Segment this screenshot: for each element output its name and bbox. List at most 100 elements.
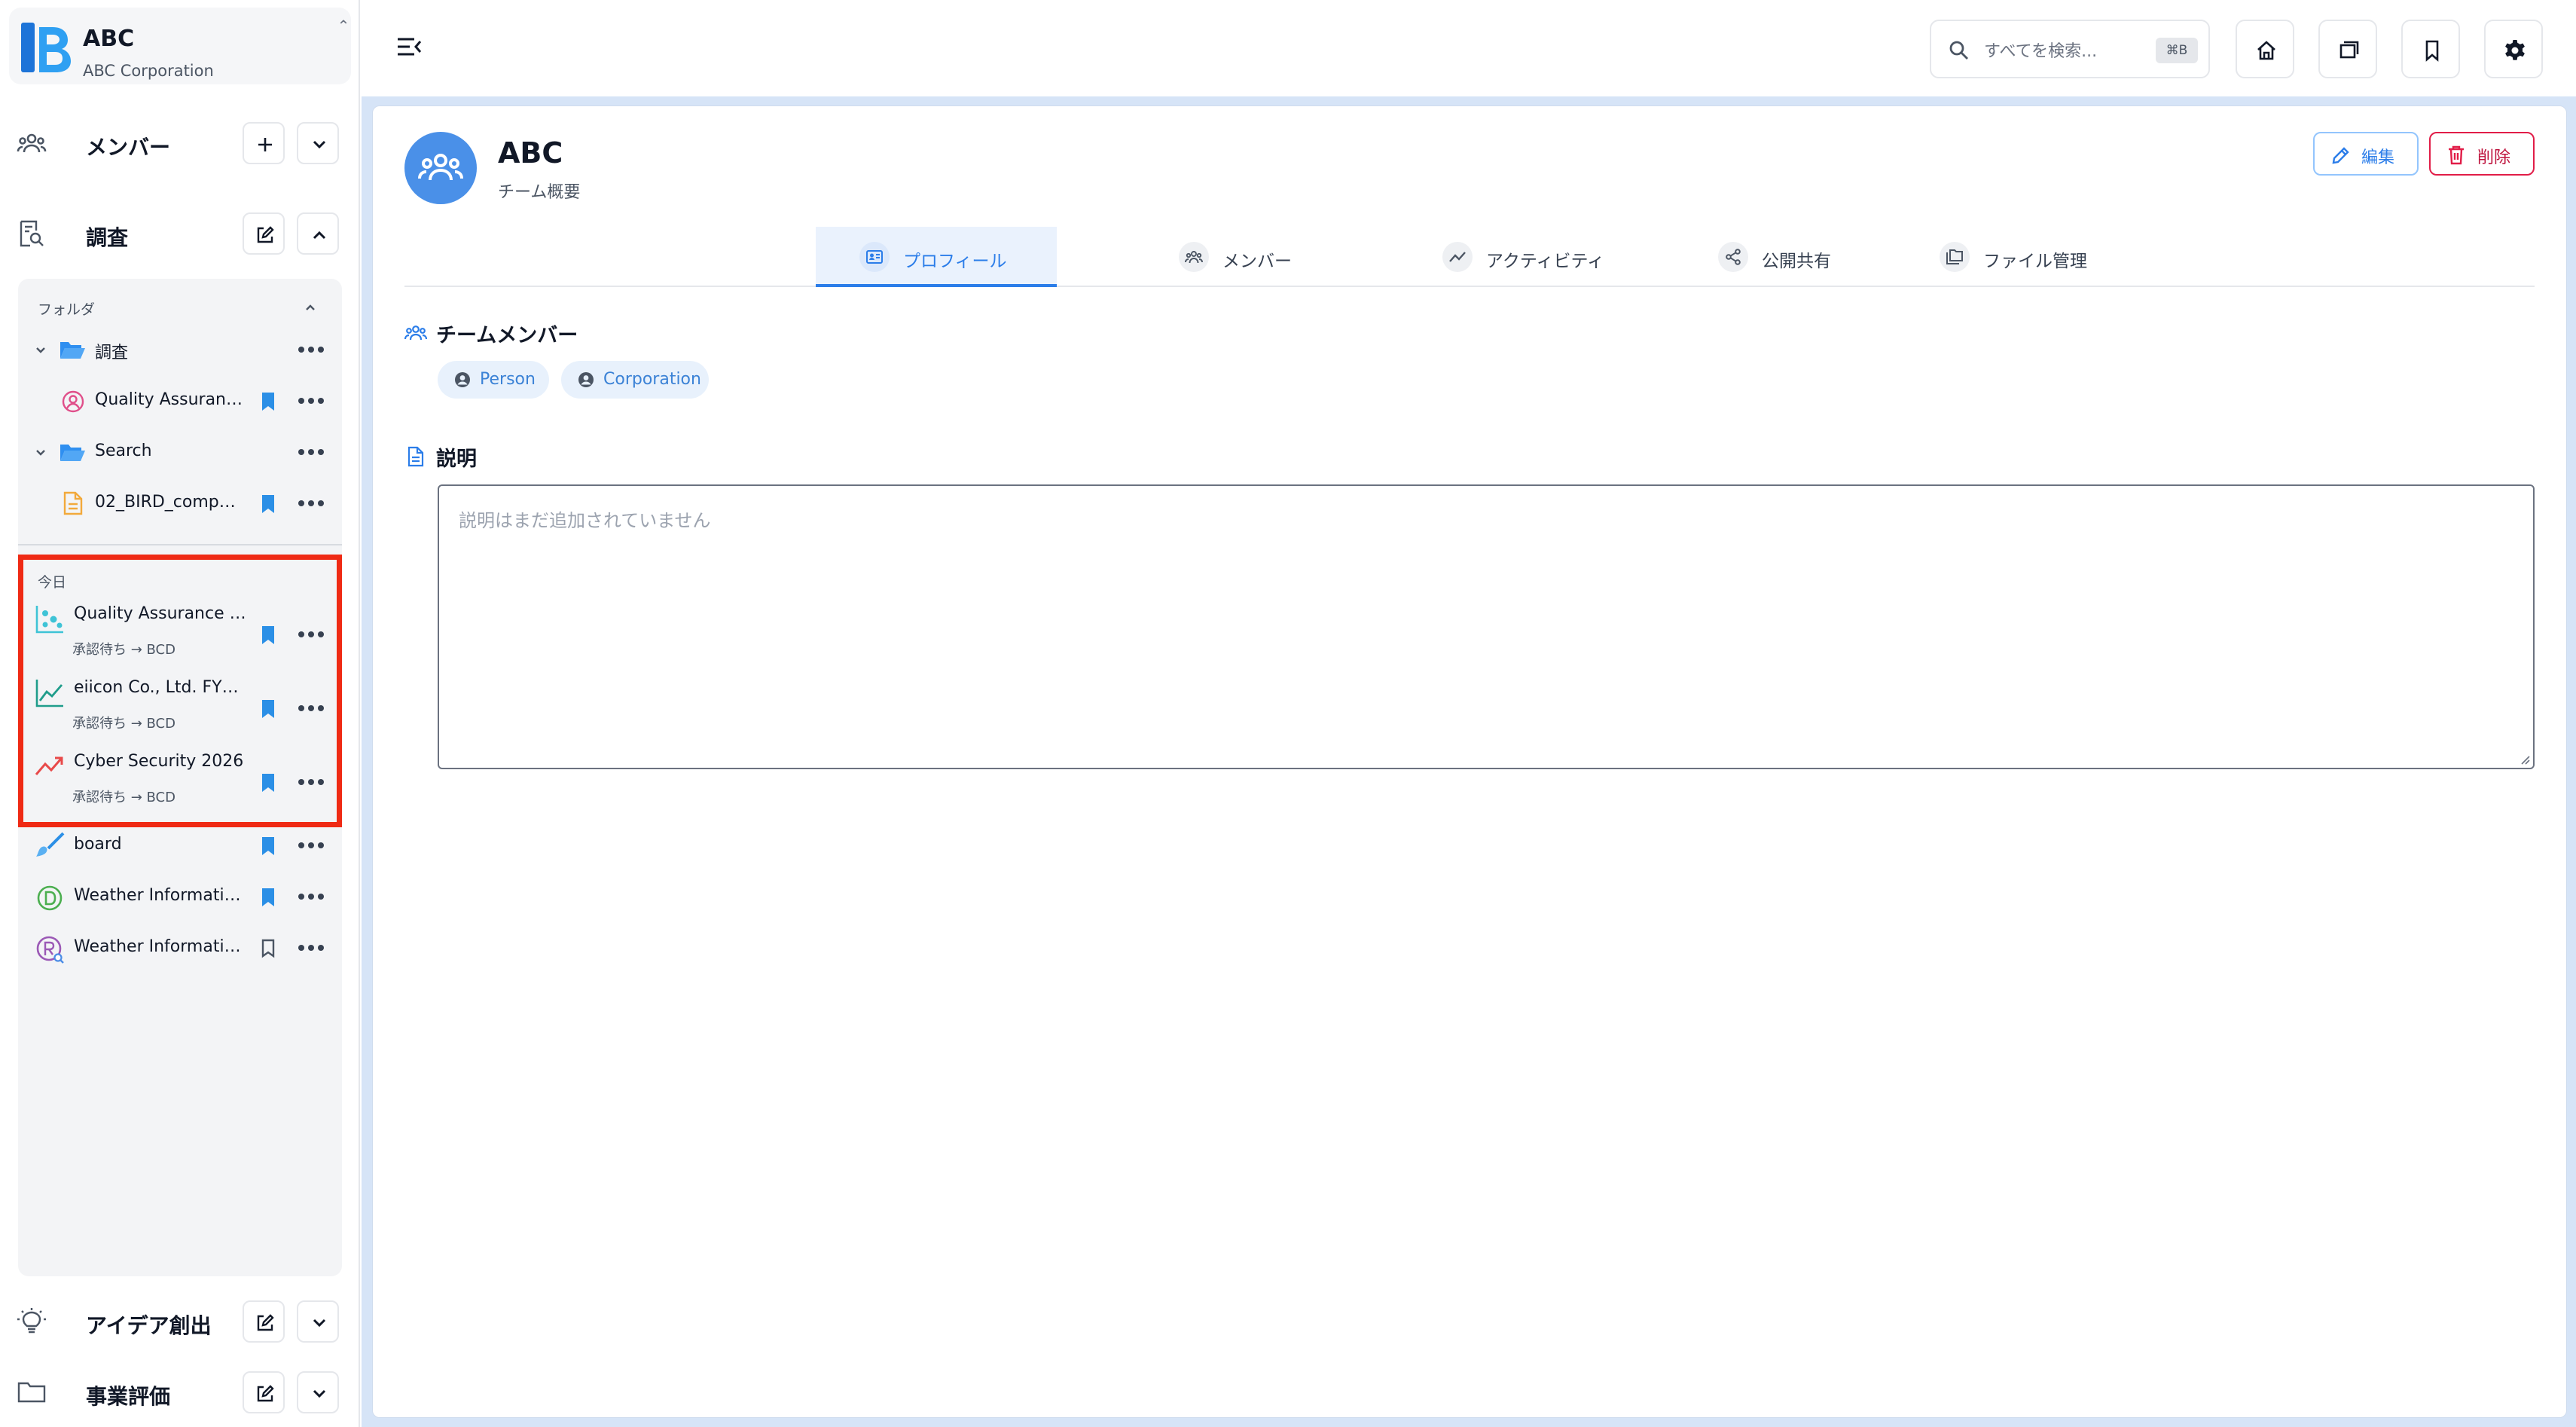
member-chip[interactable]: Person: [438, 361, 549, 399]
document-icon: [63, 491, 83, 515]
more-icon[interactable]: [298, 945, 324, 952]
sidebar-section-evaluation[interactable]: 事業評価: [0, 1361, 360, 1424]
global-search[interactable]: すべてを検索... ⌘B: [1930, 20, 2210, 78]
more-icon[interactable]: [298, 842, 324, 850]
account-circle-icon: [454, 371, 471, 388]
new-ideation-button[interactable]: [243, 1300, 285, 1343]
pencil-icon: [2332, 147, 2349, 164]
research-doc-icon: [17, 220, 47, 247]
home-button[interactable]: [2236, 20, 2294, 78]
recent-item[interactable]: Weather Informatio…: [18, 924, 342, 973]
sidebar-section-label: 事業評価: [86, 1384, 171, 1409]
documents-button[interactable]: [2318, 20, 2377, 78]
tree-item-label: Quality Assuranc…: [95, 390, 244, 409]
brand-logo-icon: [20, 20, 75, 75]
tree-item[interactable]: 02_BIRD_compa…: [18, 479, 342, 529]
sidebar-section-members[interactable]: メンバー: [0, 112, 360, 175]
tab-label: プロフィール: [903, 252, 1007, 271]
new-research-button[interactable]: [243, 212, 285, 255]
folder-label: Search: [95, 442, 152, 460]
folder-row[interactable]: 調査: [18, 325, 342, 375]
resize-handle-icon[interactable]: [2518, 753, 2530, 765]
edit-square-icon: [257, 226, 274, 243]
sidebar-toggle-icon[interactable]: [395, 32, 425, 62]
tab-activity[interactable]: アクティビティ: [1399, 227, 1647, 287]
tab-profile[interactable]: プロフィール: [816, 227, 1057, 287]
activity-icon: [1442, 242, 1473, 272]
workspace-name: ABC: [83, 26, 135, 52]
sidebar-section-research[interactable]: 調査: [0, 202, 360, 265]
tab-public-share[interactable]: 公開共有: [1674, 227, 1900, 287]
bookmark-outline-icon[interactable]: [261, 939, 276, 958]
expand-ideation-button[interactable]: [297, 1300, 339, 1343]
document-icon: [404, 445, 427, 468]
recent-item[interactable]: Weather Informatio…: [18, 872, 342, 922]
edit-square-icon: [257, 1314, 274, 1331]
tab-label: ファイル管理: [1983, 252, 2087, 271]
chevron-down-icon: [313, 1389, 326, 1398]
member-chip-label: Person: [480, 370, 536, 389]
chevron-collapse-icon[interactable]: ⌃: [334, 17, 353, 35]
bookmark-filled-icon[interactable]: [261, 392, 276, 411]
home-icon: [2257, 41, 2275, 60]
main-area: ABC チーム概要 編集 削除 プロフィール メンバー アクティビティ 公開共有…: [362, 96, 2576, 1427]
section-title: チームメンバー: [436, 324, 578, 347]
chevron-down-icon[interactable]: [33, 445, 48, 460]
folder-row[interactable]: Search: [18, 428, 342, 478]
divider: [18, 544, 342, 545]
team-name: ABC: [498, 136, 563, 170]
member-chip[interactable]: Corporation: [561, 361, 709, 399]
account-circle-icon: [578, 371, 594, 388]
workspace-subtitle: ABC Corporation: [83, 62, 214, 80]
member-chip-label: Corporation: [603, 370, 701, 389]
collapse-research-button[interactable]: [297, 212, 339, 255]
brush-icon: [35, 832, 65, 859]
add-member-button[interactable]: [243, 122, 285, 164]
folders-label: フォルダ: [38, 301, 96, 318]
chevron-up-icon: [313, 231, 326, 240]
tree-item[interactable]: Quality Assuranc…: [18, 377, 342, 426]
chevron-up-icon[interactable]: [303, 300, 318, 315]
tab-members[interactable]: メンバー: [1135, 227, 1361, 287]
search-icon: [1948, 39, 1970, 62]
recent-item-title: Weather Informatio…: [74, 937, 247, 956]
expand-members-button[interactable]: [297, 122, 339, 164]
more-icon[interactable]: [298, 449, 324, 457]
sidebar-section-label: メンバー: [86, 135, 171, 160]
folder-label: 調査: [95, 344, 129, 362]
tab-label: 公開共有: [1762, 252, 1831, 271]
stack-icon: [2339, 41, 2359, 59]
expand-evaluation-button[interactable]: [297, 1371, 339, 1413]
edit-button[interactable]: 編集: [2313, 132, 2419, 176]
bookmark-filled-icon[interactable]: [261, 494, 276, 514]
sidebar-section-ideation[interactable]: アイデア創出: [0, 1290, 360, 1353]
recent-item-title: Weather Informatio…: [74, 886, 247, 905]
delete-button[interactable]: 削除: [2429, 132, 2535, 176]
plus-icon: [258, 138, 272, 151]
team-subtitle: チーム概要: [498, 183, 581, 202]
share-icon: [1718, 242, 1748, 272]
recent-item[interactable]: board: [18, 821, 342, 871]
d-circle-icon: [36, 885, 63, 912]
more-icon[interactable]: [298, 500, 324, 508]
tab-label: アクティビティ: [1486, 252, 1605, 271]
description-placeholder: 説明はまだ追加されていません: [459, 510, 711, 531]
sidebar: ABC ABC Corporation ⌃ メンバー 調査 フォルダ 調査 Qu…: [0, 0, 360, 1427]
bookmark-filled-icon[interactable]: [261, 836, 276, 856]
bookmarks-button[interactable]: [2401, 20, 2460, 78]
settings-button[interactable]: [2484, 20, 2543, 78]
more-icon[interactable]: [298, 347, 324, 354]
tab-file-management[interactable]: ファイル管理: [1896, 227, 2137, 287]
bookmark-filled-icon[interactable]: [261, 888, 276, 907]
trash-icon: [2449, 145, 2464, 165]
delete-button-label: 削除: [2477, 148, 2511, 167]
new-evaluation-button[interactable]: [243, 1371, 285, 1413]
chevron-down-icon[interactable]: [33, 342, 48, 357]
description-textarea[interactable]: 説明はまだ追加されていません: [438, 484, 2535, 769]
team-avatar: [404, 132, 477, 204]
more-icon[interactable]: [298, 398, 324, 405]
tab-label: メンバー: [1222, 252, 1292, 271]
chevron-down-icon: [313, 1319, 326, 1328]
workspace-switcher[interactable]: ABC ABC Corporation ⌃: [9, 8, 351, 84]
more-icon[interactable]: [298, 894, 324, 901]
